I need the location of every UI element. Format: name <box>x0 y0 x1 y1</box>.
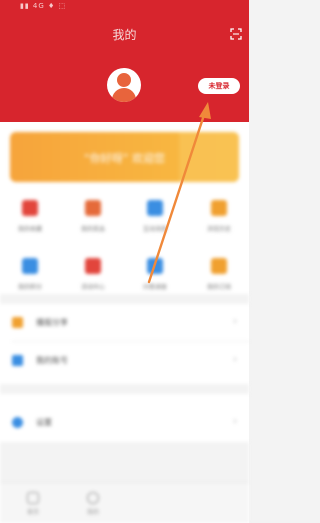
grid-item-label: 活动中心 <box>80 284 105 291</box>
grid-item-label: 互动消息 <box>142 226 167 233</box>
grid-item-prizes[interactable]: 我的奖品 <box>73 200 113 233</box>
menu-row-label: 设置 <box>36 418 52 427</box>
activity-icon <box>85 258 101 274</box>
menu-row-share[interactable]: 播报分享 › <box>0 304 249 342</box>
menu-row-label: 播报分享 <box>36 318 68 327</box>
login-button[interactable]: 未登录 <box>198 78 240 94</box>
profile-header: ▮▮ 4G ♦ ⬚ 我的 未登录 <box>0 0 249 122</box>
grid-item-history[interactable]: 浏览历史 <box>199 200 239 233</box>
tab-label: 我的 <box>86 509 99 516</box>
menu-row-label: 我的账号 <box>36 356 68 365</box>
page-title: 我的 <box>112 28 137 42</box>
account-icon <box>12 355 23 366</box>
avatar-head <box>117 73 131 87</box>
tab-mine[interactable]: 我的 <box>78 492 108 516</box>
home-icon <box>27 492 39 504</box>
grid-item-label: 我的奖品 <box>80 226 105 233</box>
section-divider <box>0 294 249 304</box>
grid-item-messages[interactable]: 互动消息 <box>135 200 175 233</box>
chevron-right-icon: › <box>233 316 237 327</box>
prize-icon <box>85 200 101 216</box>
bottom-spacer <box>0 442 249 482</box>
chevron-right-icon: › <box>233 354 237 365</box>
settings-icon <box>12 417 23 428</box>
section-divider <box>0 384 249 394</box>
grid-item-label: 我的订阅 <box>206 284 231 291</box>
tab-label: 首页 <box>26 509 39 516</box>
grid-item-label: 问卷调查 <box>142 284 167 291</box>
heart-icon <box>22 200 38 216</box>
avatar-body <box>112 88 136 102</box>
welcome-banner[interactable]: “你好呀” 欢迎您 <box>10 132 239 182</box>
user-icon <box>87 492 99 504</box>
banner-text: “你好呀” 欢迎您 <box>84 152 165 165</box>
scan-icon[interactable] <box>230 28 242 40</box>
tab-home[interactable]: 首页 <box>18 492 48 516</box>
grid-item-label: 浏览历史 <box>206 226 231 233</box>
share-icon <box>12 317 23 328</box>
points-icon <box>22 258 38 274</box>
bottom-tab-bar: 首页 我的 <box>0 482 249 523</box>
menu-row-settings[interactable]: 设置 › <box>0 404 249 442</box>
avatar[interactable] <box>107 68 141 102</box>
history-icon <box>211 200 227 216</box>
grid-item-survey[interactable]: 问卷调查 <box>135 258 175 291</box>
chevron-right-icon: › <box>233 416 237 427</box>
survey-icon <box>147 258 163 274</box>
message-icon <box>147 200 163 216</box>
main-content: “你好呀” 欢迎您 我的收藏 我的奖品 互动消息 浏览历史 我的积分 活动中心 … <box>0 122 249 523</box>
grid-item-label: 我的收藏 <box>17 226 42 233</box>
grid-item-subscriptions[interactable]: 我的订阅 <box>199 258 239 291</box>
grid-item-favorites[interactable]: 我的收藏 <box>10 200 50 233</box>
blurred-area: “你好呀” 欢迎您 我的收藏 我的奖品 互动消息 浏览历史 我的积分 活动中心 … <box>0 122 249 523</box>
status-bar: ▮▮ 4G ♦ ⬚ <box>20 2 67 10</box>
menu-row-account[interactable]: 我的账号 › <box>0 342 249 380</box>
grid-item-points[interactable]: 我的积分 <box>10 258 50 291</box>
grid-item-label: 我的积分 <box>17 284 42 291</box>
grid-item-activities[interactable]: 活动中心 <box>73 258 113 291</box>
subscription-icon <box>211 258 227 274</box>
